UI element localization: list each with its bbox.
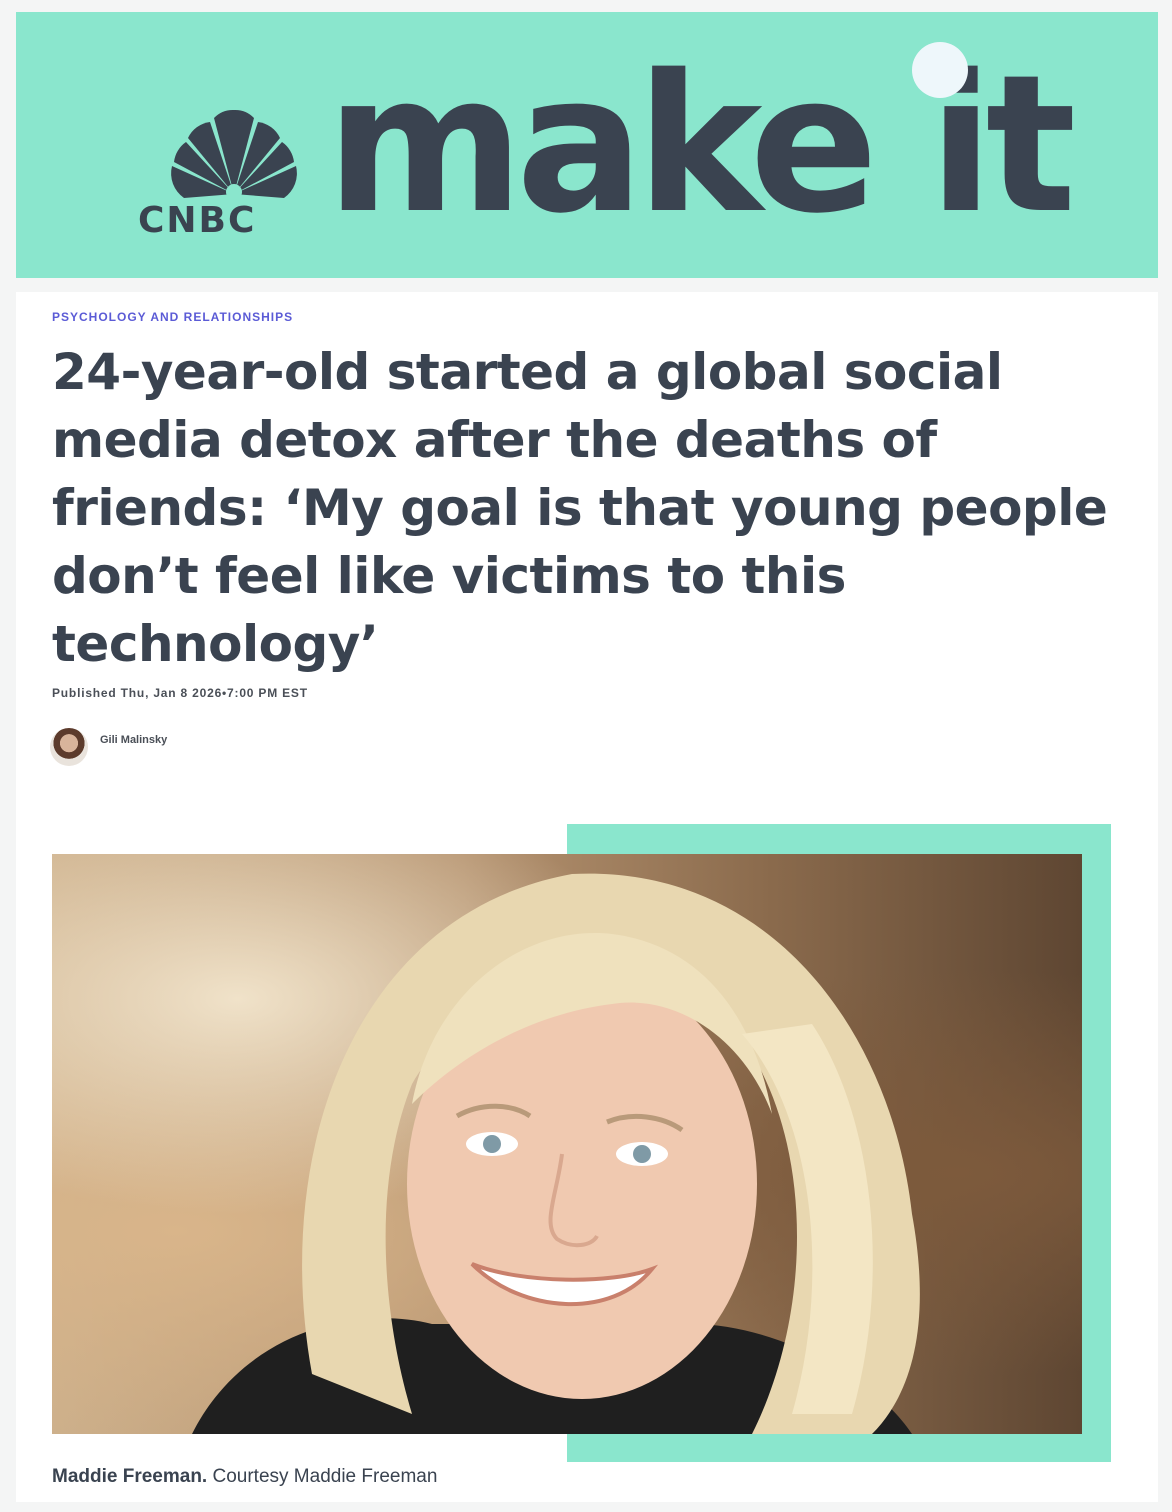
cnbc-wordmark: CNBC <box>138 200 257 241</box>
caption-credit: Courtesy Maddie Freeman <box>212 1466 438 1487</box>
published-timestamp: Published Thu, Jan 8 2026•7:00 PM EST <box>52 686 308 700</box>
article-headline: 24-year-old started a global social medi… <box>52 343 1108 673</box>
photo-caption: Maddie Freeman. Courtesy Maddie Freeman <box>52 1466 437 1488</box>
author-name-link[interactable]: Gili Malinsky <box>100 734 167 746</box>
hero-photo <box>52 854 1082 1434</box>
author-avatar[interactable] <box>50 728 88 766</box>
cnbc-make-it-banner[interactable]: CNBC make it <box>16 12 1158 278</box>
portrait-illustration <box>192 873 920 1434</box>
category-link[interactable]: PSYCHOLOGY AND RELATIONSHIPS <box>52 310 293 324</box>
caption-subject: Maddie Freeman. <box>52 1466 208 1487</box>
logo-dot <box>912 42 968 98</box>
